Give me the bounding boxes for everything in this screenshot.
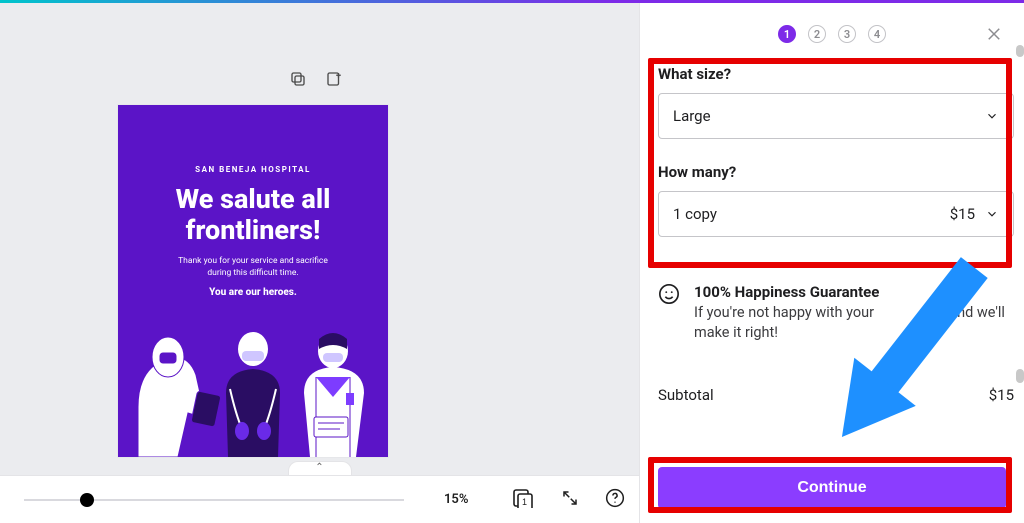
subtotal-label: Subtotal [658,386,714,404]
panel-scrollbar[interactable] [1016,369,1024,383]
step-3[interactable]: 3 [838,25,856,43]
chevron-down-icon [985,207,999,221]
guarantee-block: 100% Happiness Guarantee If you're not h… [658,283,1014,342]
guarantee-body: If you're not happy with your contact us… [694,303,1014,342]
subtotal-value: $15 [989,386,1014,404]
quantity-label: How many? [658,163,1014,181]
zoom-bar: 15% 1 [0,475,639,523]
close-icon[interactable] [982,22,1006,46]
duplicate-page-icon[interactable] [289,70,307,88]
editor-canvas: SAN BENEJA HOSPITAL We salute all frontl… [0,3,640,523]
quantity-value: 1 copy [673,205,717,223]
help-icon[interactable] [605,488,625,512]
svg-text:1: 1 [522,497,527,507]
page-count-icon[interactable]: 1 [511,488,535,512]
smiley-icon [658,283,680,305]
step-2[interactable]: 2 [808,25,826,43]
step-1[interactable]: 1 [778,25,796,43]
zoom-slider[interactable] [24,499,404,501]
poster-headline: We salute all frontliners! [118,184,388,246]
step-4[interactable]: 4 [868,25,886,43]
poster-illustration [118,297,388,457]
size-select-value: Large [673,107,711,125]
fullscreen-icon[interactable] [561,489,579,511]
poster-body: Thank you for your service and sacrifice… [118,256,388,279]
zoom-slider-knob[interactable] [80,493,94,507]
poster-org: SAN BENEJA HOSPITAL [118,165,388,174]
chevron-down-icon [985,109,999,123]
size-label: What size? [658,65,1014,83]
expand-pages-icon[interactable]: ⌃ [288,461,352,475]
guarantee-title: 100% Happiness Guarantee [694,283,1014,301]
subtotal-row: Subtotal $15 [658,386,1014,404]
design-preview[interactable]: SAN BENEJA HOSPITAL We salute all frontl… [118,105,388,457]
size-select[interactable]: Large [658,93,1014,139]
page-tools [0,63,631,95]
add-page-icon[interactable] [325,70,343,88]
quantity-select[interactable]: 1 copy $15 [658,191,1014,237]
zoom-percent[interactable]: 15% [444,492,468,507]
print-panel: 1 2 3 4 What size? Large How many? 1 cop… [640,3,1024,523]
checkout-steps: 1 2 3 4 [640,25,1024,43]
panel-scrollbar[interactable] [1016,45,1024,57]
continue-button[interactable]: Continue [658,467,1006,509]
quantity-price: $15 [950,205,975,223]
